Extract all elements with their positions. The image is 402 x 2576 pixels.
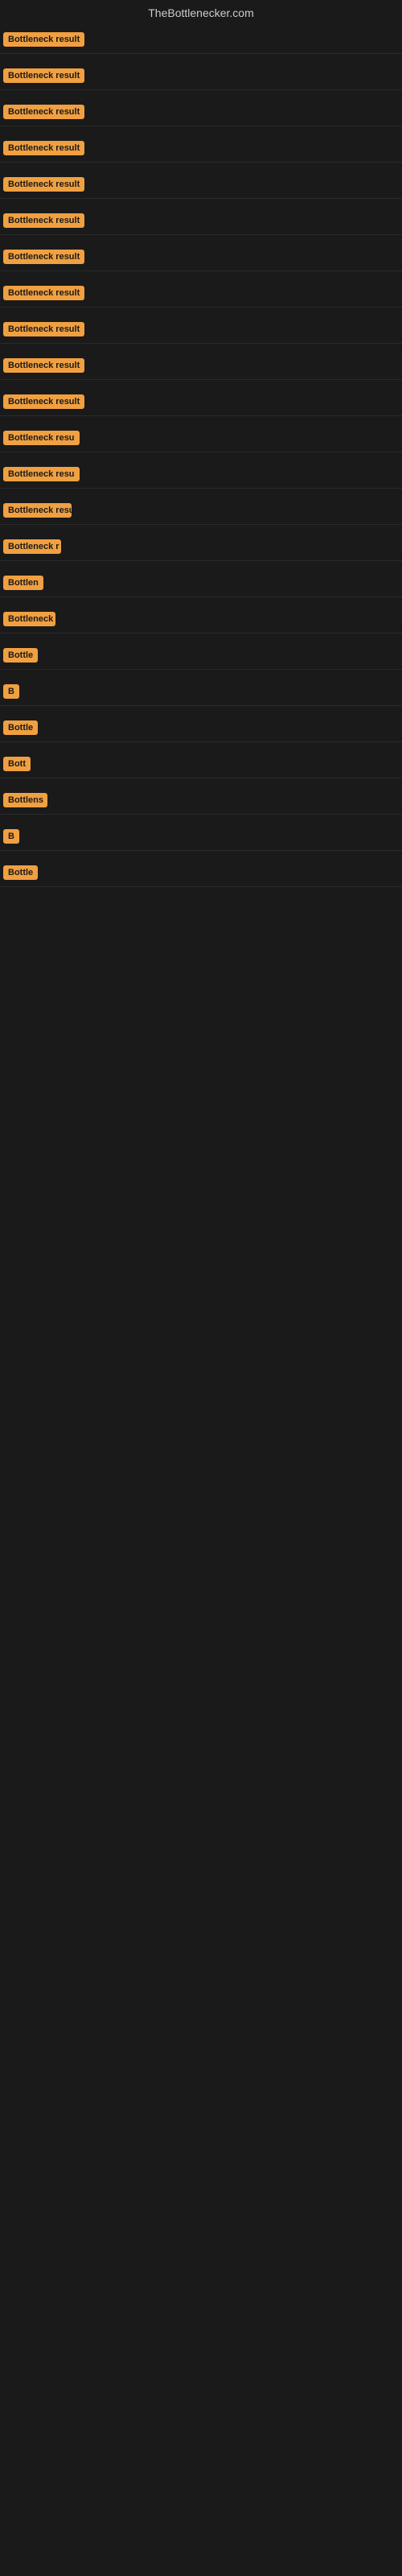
- bottleneck-badge[interactable]: Bottleneck result: [3, 105, 84, 119]
- list-item[interactable]: Bottleneck result: [0, 352, 402, 380]
- bottleneck-badge[interactable]: Bottleneck result: [3, 213, 84, 228]
- list-item[interactable]: B: [0, 678, 402, 706]
- list-item[interactable]: Bottleneck result: [0, 388, 402, 416]
- list-item[interactable]: Bottleneck result: [0, 98, 402, 126]
- list-item[interactable]: Bottle: [0, 859, 402, 887]
- bottleneck-badge[interactable]: B: [3, 684, 19, 699]
- bottleneck-badge[interactable]: Bottleneck result: [3, 68, 84, 83]
- bottleneck-badge[interactable]: Bott: [3, 757, 31, 771]
- list-item[interactable]: Bottleneck result: [0, 207, 402, 235]
- list-item[interactable]: B: [0, 823, 402, 851]
- bottleneck-badge[interactable]: Bottle: [3, 648, 38, 663]
- bottleneck-badge[interactable]: Bottleneck resu: [3, 503, 72, 518]
- list-item[interactable]: Bottlens: [0, 786, 402, 815]
- bottleneck-badge[interactable]: Bottleneck: [3, 612, 55, 626]
- list-item[interactable]: Bottleneck resu: [0, 497, 402, 525]
- bottleneck-badge[interactable]: Bottleneck resu: [3, 467, 80, 481]
- bottleneck-badge[interactable]: Bottleneck resu: [3, 431, 80, 445]
- list-item[interactable]: Bottleneck result: [0, 62, 402, 90]
- list-item[interactable]: Bottlen: [0, 569, 402, 597]
- bottleneck-badge[interactable]: Bottleneck result: [3, 358, 84, 373]
- list-item[interactable]: Bottle: [0, 714, 402, 742]
- list-item[interactable]: Bottleneck result: [0, 26, 402, 54]
- bottleneck-badge[interactable]: Bottle: [3, 865, 38, 880]
- bottleneck-badge[interactable]: Bottleneck result: [3, 32, 84, 47]
- list-item[interactable]: Bott: [0, 750, 402, 778]
- bottleneck-badge[interactable]: Bottleneck result: [3, 394, 84, 409]
- list-item[interactable]: Bottleneck result: [0, 134, 402, 163]
- bottleneck-badge[interactable]: Bottlen: [3, 576, 43, 590]
- bottleneck-badge[interactable]: Bottleneck result: [3, 322, 84, 336]
- list-item[interactable]: Bottle: [0, 642, 402, 670]
- items-list: Bottleneck result Bottleneck result Bottle…: [0, 26, 402, 895]
- list-item[interactable]: Bottleneck result: [0, 279, 402, 308]
- list-item[interactable]: Bottleneck resu: [0, 460, 402, 489]
- bottleneck-badge[interactable]: Bottle: [3, 720, 38, 735]
- list-item[interactable]: Bottleneck result: [0, 243, 402, 271]
- bottleneck-badge[interactable]: Bottleneck result: [3, 141, 84, 155]
- list-item[interactable]: Bottleneck result: [0, 316, 402, 344]
- bottleneck-badge[interactable]: Bottleneck result: [3, 286, 84, 300]
- list-item[interactable]: Bottleneck result: [0, 171, 402, 199]
- bottleneck-badge[interactable]: B: [3, 829, 19, 844]
- site-title: TheBottlenecker.com: [0, 0, 402, 26]
- list-item[interactable]: Bottleneck r: [0, 533, 402, 561]
- bottleneck-badge[interactable]: Bottleneck r: [3, 539, 61, 554]
- bottleneck-badge[interactable]: Bottleneck result: [3, 177, 84, 192]
- bottleneck-badge[interactable]: Bottleneck result: [3, 250, 84, 264]
- list-item[interactable]: Bottleneck: [0, 605, 402, 634]
- list-item[interactable]: Bottleneck resu: [0, 424, 402, 452]
- bottleneck-badge[interactable]: Bottlens: [3, 793, 47, 807]
